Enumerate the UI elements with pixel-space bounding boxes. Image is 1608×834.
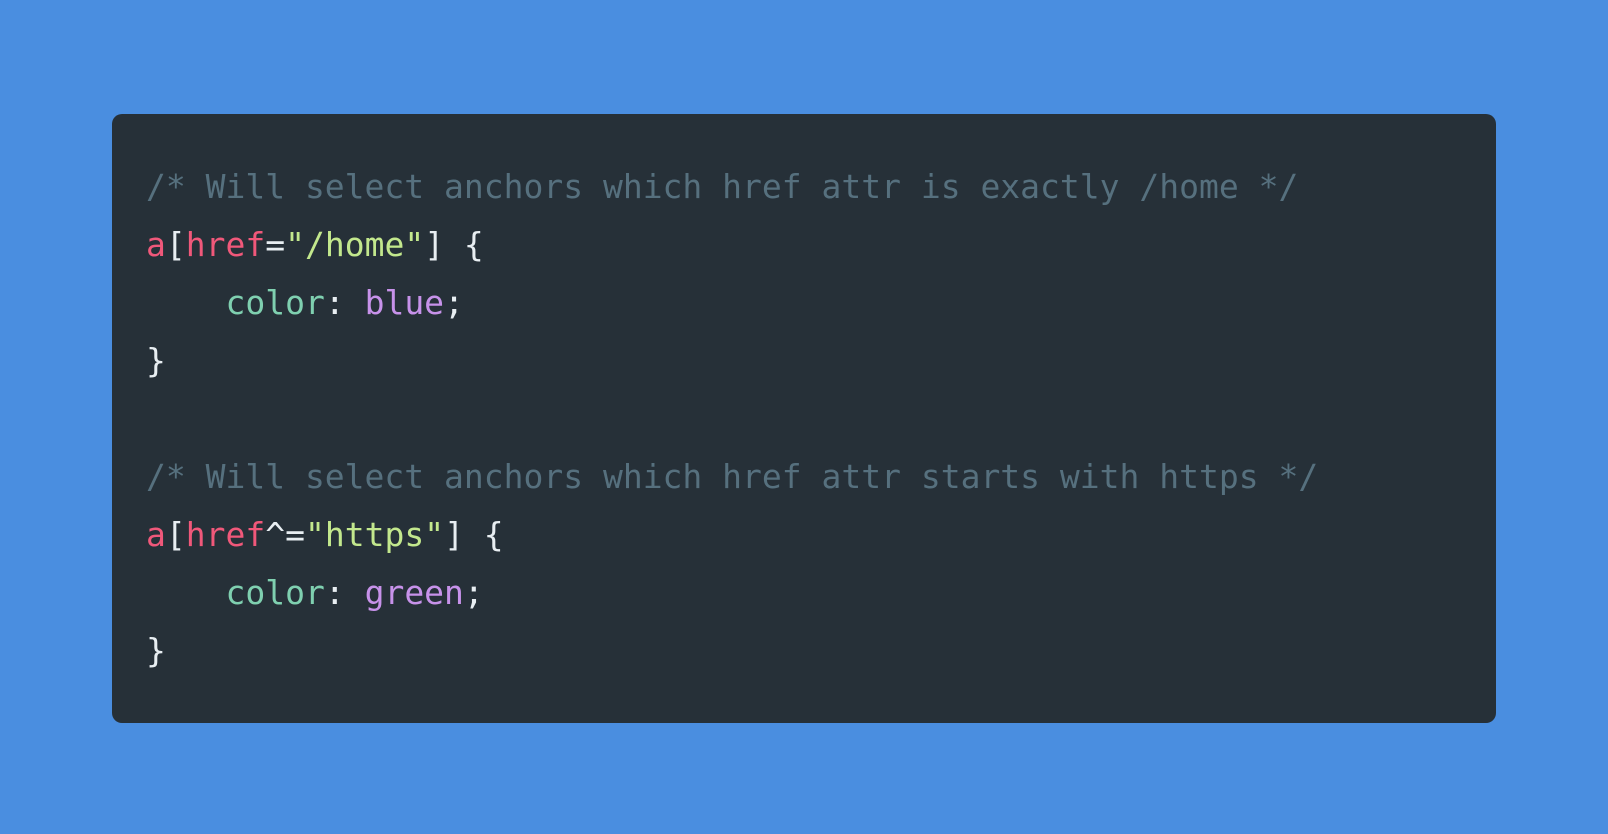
attribute-value: "/home" [285,225,425,264]
code-selector-line-exact: a[href="/home"] { [146,216,1496,274]
attribute-value: "https" [304,515,445,554]
open-bracket: [ [165,515,186,554]
colon: : [324,283,365,322]
selector-tag: a [146,515,166,554]
css-property: color [225,283,325,322]
attribute-name: href [185,225,266,264]
code-comment-exact-match: /* Will select anchors which href attr i… [146,167,1299,206]
code-declaration-line-exact: color: blue; [146,274,1496,332]
close-bracket-open-brace: ] { [444,515,504,554]
semicolon: ; [463,573,484,612]
close-bracket-open-brace: ] { [424,225,484,264]
css-property: color [225,573,325,612]
close-brace: } [146,631,166,670]
css-value: green [364,573,464,612]
code-comment-starts-with: /* Will select anchors which href attr s… [146,457,1319,496]
code-snippet-panel: /* Will select anchors which href attr i… [112,114,1496,723]
code-declaration-line-prefix: color: green; [146,564,1496,622]
colon: : [324,573,365,612]
close-brace: } [146,341,166,380]
attribute-operator: ^= [265,515,305,554]
code-selector-line-prefix: a[href^="https"] { [146,506,1496,564]
selector-tag: a [146,225,166,264]
semicolon: ; [444,283,464,322]
attribute-name: href [185,515,266,554]
attribute-operator: = [265,225,286,264]
open-bracket: [ [165,225,186,264]
css-value: blue [364,283,445,322]
